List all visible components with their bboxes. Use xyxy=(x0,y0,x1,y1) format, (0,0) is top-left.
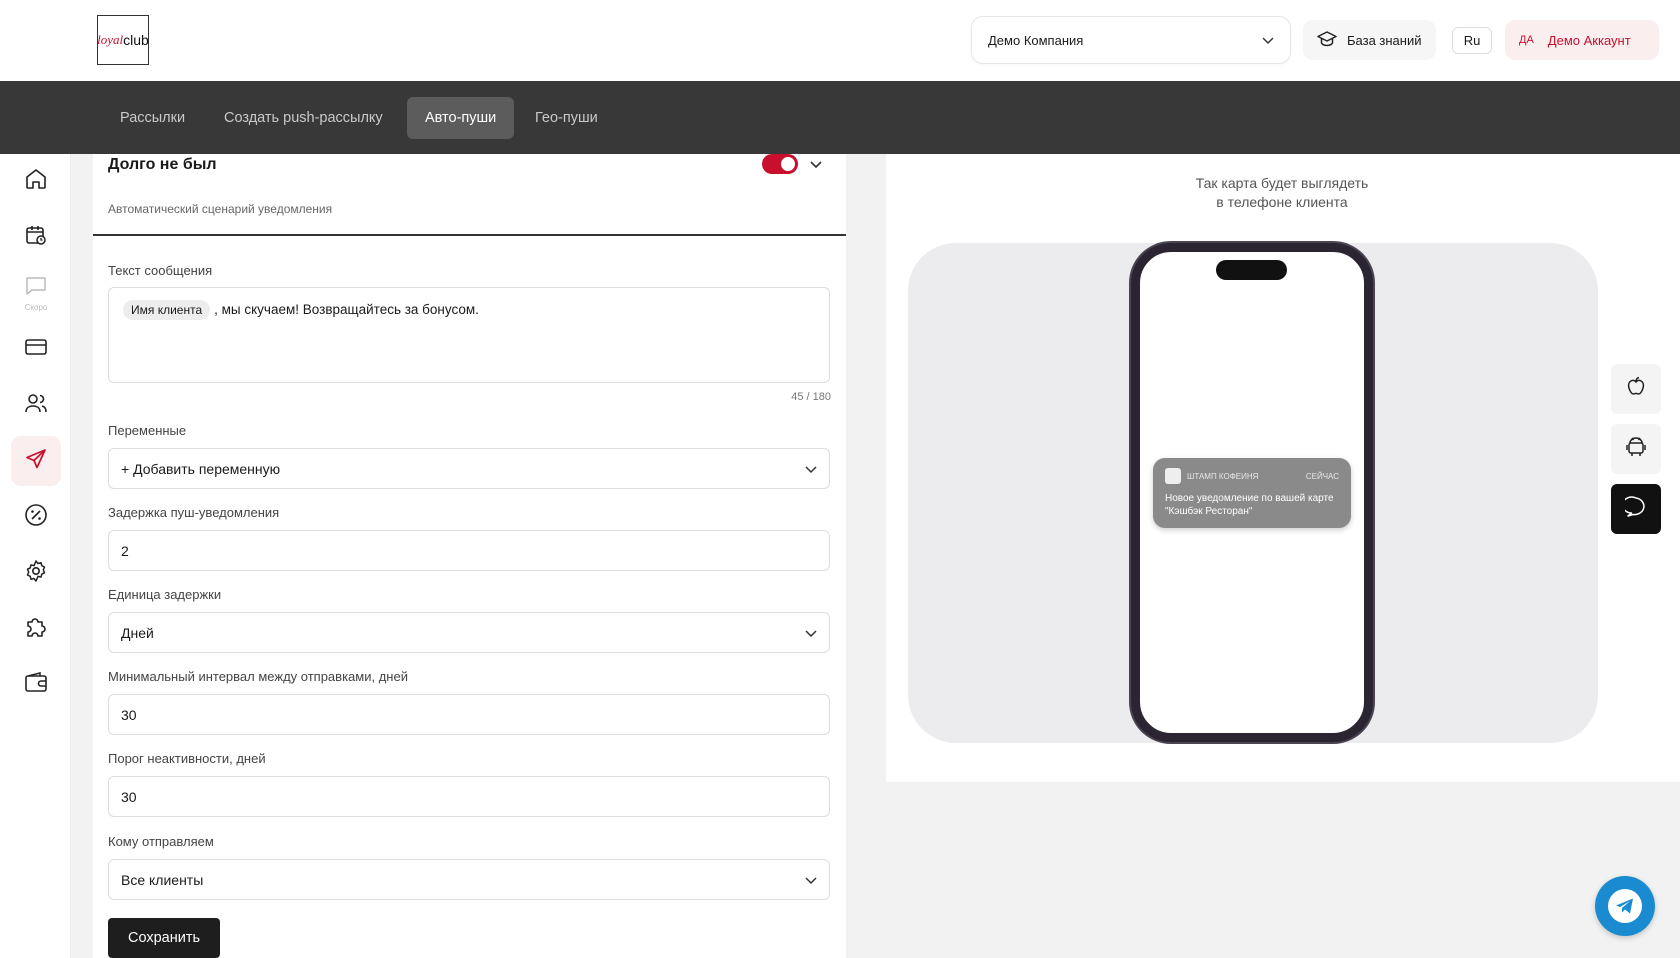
delay-input[interactable]: 2 xyxy=(108,530,830,571)
chat-icon xyxy=(24,275,48,302)
telegram-icon xyxy=(1608,889,1642,923)
android-icon xyxy=(1626,436,1646,463)
home-icon xyxy=(24,167,48,196)
scenario-title: Долго не был xyxy=(108,156,217,173)
knowledge-base-label: База знаний xyxy=(1347,32,1422,48)
sidebar-item-calendar[interactable] xyxy=(11,212,61,262)
logo-part-1: loyal xyxy=(97,32,124,47)
sidebar-item-chat: Скоро xyxy=(11,268,61,318)
divider xyxy=(93,234,846,236)
sidebar-item-clients[interactable] xyxy=(11,380,61,430)
apple-preview-button[interactable] xyxy=(1611,364,1661,414)
delay-label: Задержка пуш-уведомления xyxy=(108,505,280,520)
graduation-cap-icon xyxy=(1317,30,1337,50)
delay-unit-select[interactable]: Дней xyxy=(108,612,830,653)
recipients-select-value: Все клиенты xyxy=(121,871,204,888)
message-text: , мы скучаем! Возвращайтесь за бонусом. xyxy=(214,302,479,317)
save-button[interactable]: Сохранить xyxy=(108,918,220,958)
avatar: ДА xyxy=(1519,34,1534,46)
company-select[interactable]: Демо Компания xyxy=(971,16,1291,64)
preview-title: Так карта будет выглядеть в телефоне кли… xyxy=(1146,174,1418,212)
tab-auto-push[interactable]: Авто-пуши xyxy=(407,97,515,139)
variables-select-value: + Добавить переменную xyxy=(121,460,281,477)
logo-part-2: club xyxy=(123,32,149,48)
variable-chip[interactable]: Имя клиента xyxy=(123,300,211,320)
scenario-subtitle: Автоматический сценарий уведомления xyxy=(108,202,333,216)
tab-mailings[interactable]: Рассылки xyxy=(102,97,203,139)
knowledge-base-button[interactable]: База знаний xyxy=(1303,20,1436,60)
notification-app: ШТАМП КОФЕИНЯ xyxy=(1187,471,1259,481)
soon-label: Скоро xyxy=(24,302,48,312)
app-icon xyxy=(1165,468,1181,484)
delay-unit-select-value: Дней xyxy=(121,624,154,641)
tab-geo-push[interactable]: Гео-пуши xyxy=(517,97,616,139)
nav-bar: Рассылки Создать push-рассылку Авто-пуши… xyxy=(0,81,1680,154)
recipients-label: Кому отправляем xyxy=(108,834,214,849)
top-header: loyal club Демо Компания База знаний Ru Д… xyxy=(0,0,1680,81)
message-icon xyxy=(1621,495,1647,523)
sms-preview-button[interactable] xyxy=(1611,484,1661,534)
sidebar-item-home[interactable] xyxy=(11,156,61,206)
notification-header: ШТАМП КОФЕИНЯ СЕЙЧАС xyxy=(1165,468,1339,484)
preview-title-line-2: в телефоне клиента xyxy=(1216,194,1348,210)
chevron-down-icon xyxy=(805,625,817,641)
sidebar-item-settings[interactable] xyxy=(11,548,61,598)
chevron-down-icon[interactable] xyxy=(809,157,823,175)
variables-select[interactable]: + Добавить переменную xyxy=(108,448,830,489)
chevron-down-icon xyxy=(1262,33,1274,48)
language-button[interactable]: Ru xyxy=(1452,27,1492,54)
notification-time: СЕЙЧАС xyxy=(1305,471,1339,481)
sidebar: Скоро xyxy=(0,154,71,958)
preview-title-line-1: Так карта будет выглядеть xyxy=(1195,175,1369,191)
account-name: Демо Аккаунт xyxy=(1547,32,1631,48)
min-interval-label: Минимальный интервал между отправками, д… xyxy=(108,669,408,684)
telegram-support-button[interactable] xyxy=(1595,876,1655,936)
message-textarea[interactable]: Имя клиента , мы скучаем! Возвращайтесь … xyxy=(108,287,830,383)
wallet-icon xyxy=(24,671,48,700)
users-icon xyxy=(24,391,48,420)
settings-icon xyxy=(24,559,48,588)
apple-icon xyxy=(1626,376,1646,403)
discount-icon xyxy=(24,503,48,532)
message-label: Текст сообщения xyxy=(108,263,213,278)
sidebar-item-wallet[interactable] xyxy=(11,660,61,710)
variables-label: Переменные xyxy=(108,423,187,438)
send-icon xyxy=(24,447,48,476)
scenario-toggle[interactable] xyxy=(762,154,798,174)
chevron-down-icon xyxy=(805,461,817,477)
puzzle-icon xyxy=(23,614,49,645)
recipients-select[interactable]: Все клиенты xyxy=(108,859,830,900)
delay-unit-label: Единица задержки xyxy=(108,587,222,602)
logo[interactable]: loyal club xyxy=(97,15,149,65)
push-notification-preview: ШТАМП КОФЕИНЯ СЕЙЧАС Новое уведомление п… xyxy=(1153,458,1351,528)
sidebar-item-cards[interactable] xyxy=(11,324,61,374)
inactivity-label: Порог неактивности, дней xyxy=(108,751,266,766)
auto-push-form: Долго не был Автоматический сценарий уве… xyxy=(93,154,846,958)
dynamic-island xyxy=(1216,260,1287,280)
android-preview-button[interactable] xyxy=(1611,424,1661,474)
account-button[interactable]: ДА Демо Аккаунт xyxy=(1505,20,1659,60)
card-icon xyxy=(24,335,48,364)
min-interval-input-value: 30 xyxy=(121,706,137,723)
company-select-value: Демо Компания xyxy=(988,32,1084,48)
sidebar-item-integrations[interactable] xyxy=(11,604,61,654)
tab-create-push[interactable]: Создать push-рассылку xyxy=(206,97,401,139)
min-interval-input[interactable]: 30 xyxy=(108,694,830,735)
sidebar-item-push[interactable] xyxy=(11,436,61,486)
char-counter: 45 / 180 xyxy=(791,391,831,403)
chevron-down-icon xyxy=(805,872,817,888)
inactivity-input[interactable]: 30 xyxy=(108,776,830,817)
sidebar-item-discounts[interactable] xyxy=(11,492,61,542)
calendar-icon xyxy=(24,223,48,252)
notification-text: Новое уведомление по вашей карте "Кэшбэк… xyxy=(1165,493,1334,517)
delay-input-value: 2 xyxy=(121,542,129,559)
inactivity-input-value: 30 xyxy=(121,788,137,805)
